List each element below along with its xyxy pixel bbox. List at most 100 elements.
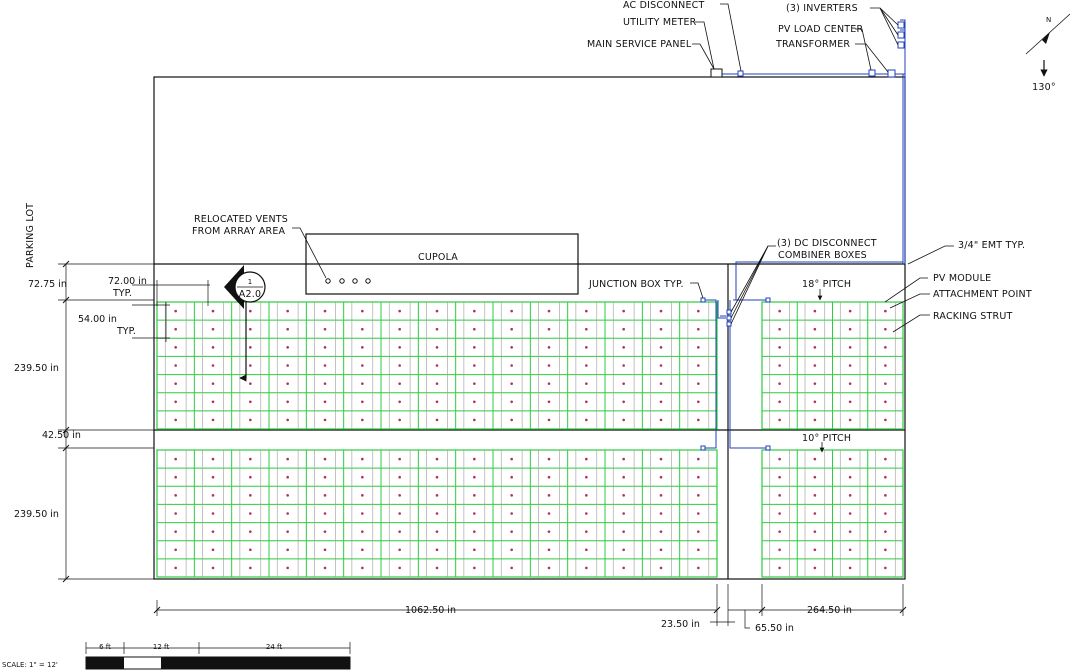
attachment-point	[510, 309, 513, 313]
attachment-point	[813, 346, 817, 349]
attachment-point	[778, 382, 781, 385]
attachment-point	[585, 457, 588, 461]
attachment-point	[211, 327, 215, 331]
attachment-point	[323, 382, 327, 385]
attachment-point	[398, 548, 401, 552]
attachment-point	[659, 309, 663, 313]
attachment-point	[174, 327, 177, 331]
attachment-point	[547, 309, 551, 313]
attachment-point	[211, 548, 215, 552]
attachment-point	[778, 530, 781, 533]
attachment-point	[361, 364, 364, 367]
dim-72-75: 72.75 in	[28, 279, 67, 290]
attachment-point	[622, 530, 625, 533]
attachment-point	[211, 530, 215, 533]
attachment-point	[848, 327, 852, 331]
attachment-point	[361, 400, 364, 404]
attachment-point	[848, 512, 852, 515]
attachment-point	[813, 457, 817, 461]
dim-54-00: 54.00 in	[78, 314, 117, 325]
attachment-point	[249, 309, 252, 313]
relocated-vents-label-1: RELOCATED VENTS	[194, 214, 288, 225]
attachment-point	[778, 494, 781, 497]
attachment-point	[547, 382, 551, 385]
attachment-point	[547, 512, 551, 515]
attachment-point	[697, 457, 700, 461]
attachment-point	[547, 475, 551, 479]
attachment-point	[622, 512, 625, 515]
attachment-point	[174, 566, 177, 570]
attachment-point	[435, 566, 439, 570]
attachment-point	[323, 530, 327, 533]
attachment-point	[848, 548, 852, 552]
attachment-point	[510, 566, 513, 570]
dc-disconnect-label-1: (3) DC DISCONNECT	[777, 238, 877, 249]
attachment-point	[473, 548, 476, 552]
attachment-point	[622, 457, 625, 461]
attachment-point	[848, 418, 852, 422]
attachment-point	[435, 418, 439, 422]
attachment-point	[361, 418, 364, 422]
attachment-point	[249, 400, 252, 404]
attachment-point	[813, 548, 817, 552]
attachment-point	[398, 327, 401, 331]
attachment-point	[174, 309, 177, 313]
attachment-point	[622, 364, 625, 367]
attachment-point	[473, 457, 476, 461]
attachment-point	[286, 475, 289, 479]
attachment-point	[435, 457, 439, 461]
attachment-point	[323, 475, 327, 479]
attachment-point	[848, 382, 852, 385]
emt-label: 3/4" EMT TYP.	[958, 240, 1025, 251]
scale-label: SCALE: 1" = 12'	[2, 661, 58, 669]
utility-meter-label: UTILITY METER	[623, 17, 697, 28]
attachment-point	[585, 309, 588, 313]
attachment-point	[884, 400, 887, 404]
attachment-point	[697, 548, 700, 552]
attachment-point	[249, 548, 252, 552]
attachment-point	[547, 400, 551, 404]
attachment-point	[286, 364, 289, 367]
attachment-point	[473, 530, 476, 533]
attachment-point	[884, 512, 887, 515]
attachment-point	[249, 382, 252, 385]
parking-lot-label: PARKING LOT	[25, 203, 36, 268]
attachment-point	[510, 400, 513, 404]
annotation-labels: AC DISCONNECT UTILITY METER MAIN SERVICE…	[25, 0, 1032, 444]
attachment-point	[585, 364, 588, 367]
attachment-point	[622, 494, 625, 497]
attachment-point	[848, 309, 852, 313]
attachment-point	[813, 400, 817, 404]
inverter-box-3	[897, 41, 905, 49]
attachment-point-label: ATTACHMENT POINT	[933, 289, 1032, 300]
attachment-point	[778, 418, 781, 422]
attachment-point	[211, 309, 215, 313]
attachment-point	[884, 566, 887, 570]
attachment-point	[585, 566, 588, 570]
ac-disconnect-box	[737, 70, 744, 77]
section-marker-number: 1	[248, 278, 252, 286]
attachment-point	[361, 494, 364, 497]
attachment-point	[211, 566, 215, 570]
attachment-point	[659, 548, 663, 552]
attachment-point	[659, 494, 663, 497]
attachment-point	[813, 382, 817, 385]
attachment-point	[211, 364, 215, 367]
attachment-point	[848, 566, 852, 570]
attachment-point	[697, 309, 700, 313]
attachment-point	[361, 530, 364, 533]
north-arrow-angle: 130°	[1032, 82, 1056, 93]
attachment-point	[435, 346, 439, 349]
attachment-point	[813, 530, 817, 533]
attachment-point	[622, 566, 625, 570]
attachment-point	[249, 418, 252, 422]
attachment-point	[286, 418, 289, 422]
attachment-point	[323, 327, 327, 331]
attachment-point	[622, 309, 625, 313]
pv-array-upper-left	[156, 301, 718, 430]
attachment-point	[510, 418, 513, 422]
attachment-point	[585, 512, 588, 515]
attachment-point	[473, 475, 476, 479]
junction-box-3	[765, 297, 771, 303]
attachment-point	[547, 346, 551, 349]
